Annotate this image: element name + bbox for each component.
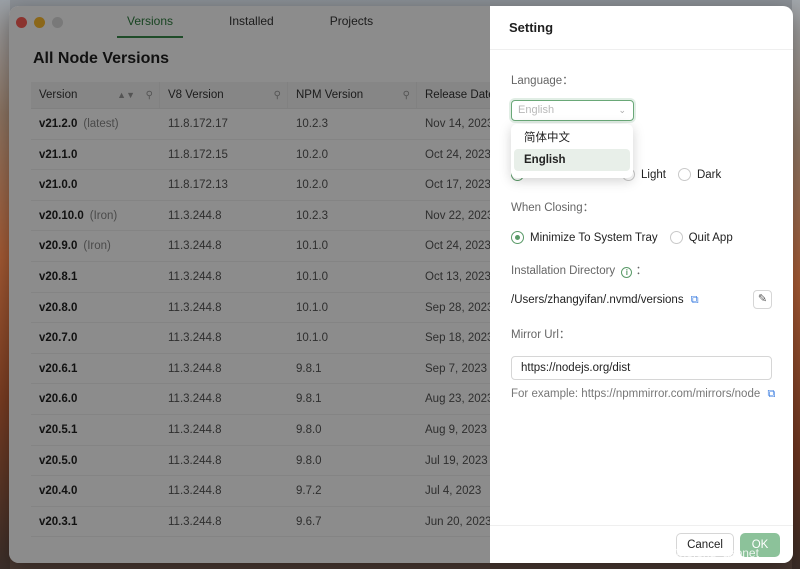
language-select-value: English — [518, 104, 555, 116]
language-option-zh[interactable]: 简体中文 — [514, 127, 630, 149]
install-dir-path: /Users/zhangyifan/.nvmd/versions ⧉ — [511, 294, 699, 307]
theme-radio-dark[interactable] — [677, 168, 691, 181]
language-select[interactable]: English ⌄ — [511, 100, 634, 121]
install-dir-value: /Users/zhangyifan/.nvmd/versions — [511, 294, 684, 306]
language-option-en[interactable]: English — [514, 149, 630, 171]
install-dir-label: Installation Directory i ： — [511, 262, 647, 278]
closing-radio-quit-label: Quit App — [688, 231, 733, 244]
closing-radio-minimize-label: Minimize To System Tray — [530, 231, 658, 244]
mirror-hint: For example: https://npmmirror.com/mirro… — [511, 388, 775, 401]
closing-radio-group: Minimize To System Tray Quit App — [511, 231, 733, 244]
settings-drawer: Setting Language： English ⌄ Light Dark 简… — [490, 6, 793, 563]
theme-radio-dark-label: Dark — [696, 168, 722, 181]
info-icon[interactable]: i — [621, 267, 633, 278]
drawer-title: Setting — [509, 20, 554, 35]
edit-icon: ✎ — [757, 293, 768, 305]
mirror-hint-text: For example: https://npmmirror.com/mirro… — [511, 388, 761, 400]
watermark: CSDN @hefeng_aspnet — [630, 546, 759, 560]
divider — [490, 525, 793, 526]
closing-radio-minimize[interactable] — [511, 231, 524, 244]
install-dir-label-suffix: ： — [635, 265, 648, 277]
language-dropdown: 简体中文 English — [511, 124, 633, 178]
closing-radio-quit[interactable] — [669, 231, 683, 244]
edit-directory-button[interactable]: ✎ — [753, 290, 772, 309]
copy-icon[interactable]: ⧉ — [691, 294, 699, 306]
divider — [490, 49, 793, 50]
desktop-wallpaper-right — [792, 0, 800, 569]
mirror-url-input[interactable]: https://nodejs.org/dist — [511, 356, 772, 380]
copy-icon[interactable]: ⧉ — [767, 388, 775, 400]
mirror-label: Mirror Url： — [511, 329, 571, 341]
install-dir-label-text: Installation Directory — [511, 265, 616, 277]
chevron-down-icon: ⌄ — [618, 105, 626, 115]
closing-label: When Closing： — [511, 202, 595, 214]
language-label: Language： — [511, 75, 574, 87]
theme-radio-light-label: Light — [641, 168, 666, 181]
